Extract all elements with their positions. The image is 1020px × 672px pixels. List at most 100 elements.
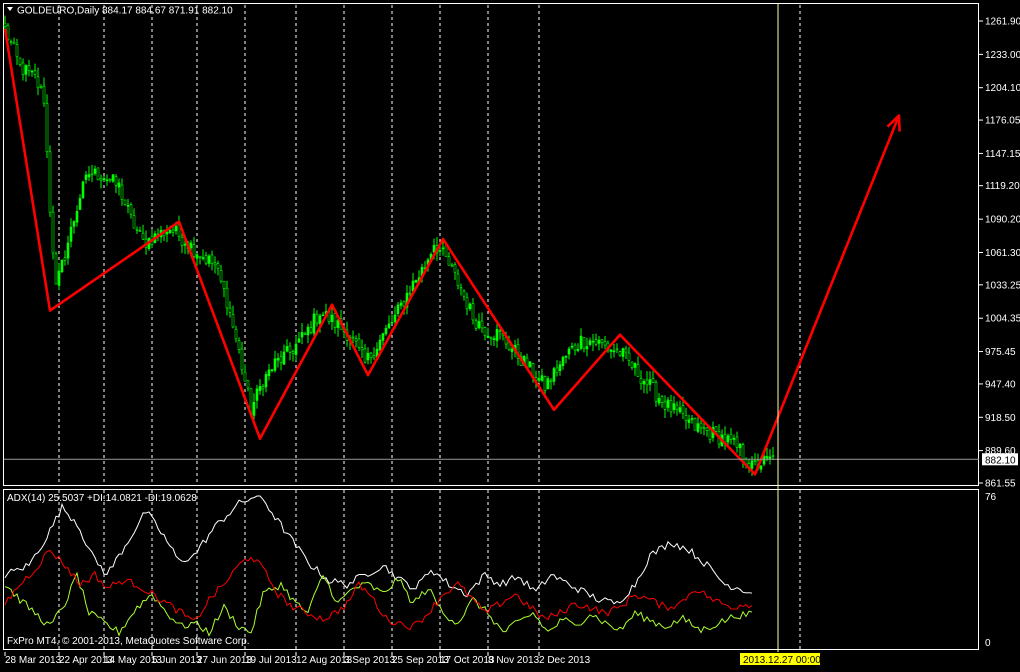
candle-body xyxy=(114,176,118,186)
candle-body xyxy=(627,352,631,361)
price-tick-label: 975.45 xyxy=(985,347,1016,358)
price-tick-label: 1119.20 xyxy=(985,181,1020,192)
candle-body xyxy=(498,330,502,333)
candle-body xyxy=(690,418,694,420)
candle-body xyxy=(201,257,205,259)
candle-body xyxy=(54,253,58,285)
candle-body xyxy=(273,358,277,371)
chart-background xyxy=(0,0,1020,667)
candle-body xyxy=(678,407,682,413)
candle-body xyxy=(621,348,625,357)
candle-body xyxy=(714,426,718,432)
candle-body xyxy=(270,369,274,371)
candle-body xyxy=(234,328,238,340)
candle-body xyxy=(66,242,70,259)
candle-body xyxy=(549,380,553,383)
candle-body xyxy=(750,460,754,469)
candle-body xyxy=(603,341,607,346)
candle-body xyxy=(291,351,295,354)
candle-body xyxy=(18,57,22,65)
candle-body xyxy=(624,348,628,353)
candle-body xyxy=(558,364,562,372)
candle-body xyxy=(645,379,649,386)
date-tick-label: 8 Nov 2013 xyxy=(488,655,540,666)
candle-body xyxy=(474,320,478,329)
candle-body xyxy=(183,243,187,246)
candle-body xyxy=(468,303,472,310)
candle-body xyxy=(288,345,292,353)
candle-body xyxy=(489,336,493,339)
candle-body xyxy=(132,215,136,229)
candle-body xyxy=(672,403,676,411)
price-tick-label: 1033.25 xyxy=(985,280,1020,291)
candle-body xyxy=(705,427,709,432)
candle-body xyxy=(753,460,757,462)
candle-body xyxy=(660,396,664,403)
candle-body xyxy=(213,262,217,266)
candle-body xyxy=(93,168,97,174)
candle-body xyxy=(33,70,37,76)
crosshair-date-label: 2013.12.27 00:00 xyxy=(743,655,821,666)
date-tick-label: 3 Sep 2013 xyxy=(344,655,396,666)
candle-body xyxy=(321,314,325,317)
candle-body xyxy=(12,41,16,45)
candle-body xyxy=(657,398,661,404)
adx-scale-bottom: 0 xyxy=(985,638,991,649)
candle-body xyxy=(318,315,322,325)
candle-body xyxy=(492,338,496,340)
candle-body xyxy=(261,386,265,390)
candle-body xyxy=(609,349,613,352)
candle-body xyxy=(555,367,559,374)
candle-body xyxy=(210,254,214,264)
candle-body xyxy=(618,351,622,356)
candle-body xyxy=(510,348,514,353)
date-tick-label: 19 Jul 2013 xyxy=(245,655,297,666)
candle-body xyxy=(582,337,586,349)
candle-body xyxy=(135,229,139,231)
candle-body xyxy=(252,401,256,416)
candle-body xyxy=(219,270,223,282)
price-tick-label: 918.50 xyxy=(985,413,1016,424)
candle-body xyxy=(438,250,442,252)
candle-body xyxy=(57,270,61,286)
candle-body xyxy=(315,313,319,324)
candle-body xyxy=(651,378,655,383)
candle-body xyxy=(768,456,772,459)
candle-body xyxy=(354,338,358,342)
candle-body xyxy=(297,338,301,343)
price-tick-label: 1004.35 xyxy=(985,314,1020,325)
candle-body xyxy=(396,304,400,314)
candle-body xyxy=(675,404,679,411)
candle-body xyxy=(279,356,283,363)
candle-body xyxy=(465,296,469,310)
candle-body xyxy=(222,280,226,289)
candle-body xyxy=(309,327,313,333)
candle-body xyxy=(564,355,568,358)
trading-chart-window[interactable]: 1261.90 1233.00 1204.10 1176.05 1147.15 1119.… xyxy=(0,0,1020,667)
candle-body xyxy=(198,255,202,258)
candle-body xyxy=(48,151,52,213)
candle-body xyxy=(240,348,244,371)
candle-body xyxy=(267,369,271,377)
candle-body xyxy=(537,378,541,381)
candle-body xyxy=(570,345,574,348)
chart-canvas[interactable]: 1261.90 1233.00 1204.10 1176.05 1147.15 1119.… xyxy=(0,0,1020,667)
candle-body xyxy=(588,340,592,345)
candle-body xyxy=(141,232,145,240)
candle-body xyxy=(561,356,565,367)
copyright-text: FxPro MT4, © 2001-2013, MetaQuotes Softw… xyxy=(7,636,249,647)
candle-body xyxy=(585,346,589,350)
candle-body xyxy=(681,405,685,414)
candle-body xyxy=(456,273,460,287)
candle-body xyxy=(462,290,466,297)
symbol-title: GOLDEURO,Daily xyxy=(17,6,99,17)
candle-body xyxy=(78,198,82,210)
candle-body xyxy=(63,257,67,261)
candle-body xyxy=(87,174,91,178)
candle-body xyxy=(165,231,169,235)
candle-body xyxy=(738,443,742,448)
candle-body xyxy=(120,184,124,200)
candle-body xyxy=(30,70,34,73)
candle-body xyxy=(393,314,397,322)
candle-body xyxy=(285,346,289,352)
